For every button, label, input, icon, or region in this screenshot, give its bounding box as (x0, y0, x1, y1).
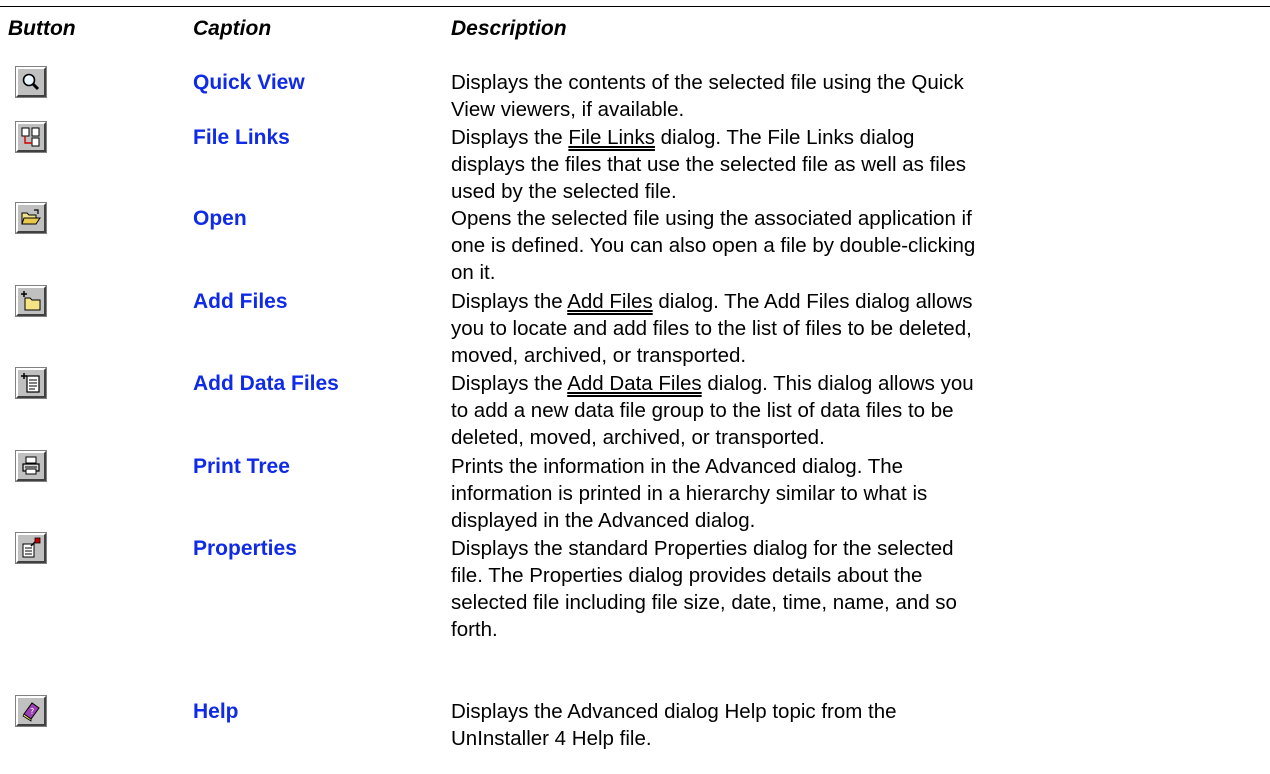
description-help: Displays the Advanced dialog Help topic … (451, 700, 897, 750)
help-button[interactable]: ? (15, 695, 47, 727)
add-files-link[interactable]: Add Files (567, 290, 652, 313)
description-quick-view: Displays the contents of the selected fi… (451, 71, 964, 121)
file-links-link[interactable]: File Links (568, 126, 655, 149)
open-button[interactable] (15, 202, 47, 234)
caption-add-files[interactable]: Add Files (193, 288, 288, 315)
description-properties: Displays the standard Properties dialog … (451, 537, 957, 641)
quick-view-button[interactable] (15, 66, 47, 98)
description-open: Opens the selected file using the associ… (451, 207, 976, 284)
print-tree-button[interactable] (15, 450, 47, 482)
caption-quick-view[interactable]: Quick View (193, 69, 305, 96)
properties-button[interactable] (15, 532, 47, 564)
add-data-files-button[interactable] (15, 367, 47, 399)
header-button: Button (8, 17, 76, 40)
file-links-button[interactable] (15, 121, 47, 153)
add-files-button[interactable] (15, 285, 47, 317)
caption-print-tree[interactable]: Print Tree (193, 453, 290, 480)
caption-help[interactable]: Help (193, 698, 239, 725)
description-add-files: Displays the Add Files dialog. The Add F… (451, 290, 973, 367)
header-description: Description (451, 17, 567, 40)
description-print-tree: Prints the information in the Advanced d… (451, 455, 928, 532)
svg-text:?: ? (30, 707, 34, 716)
caption-add-data-files[interactable]: Add Data Files (193, 370, 339, 397)
caption-file-links[interactable]: File Links (193, 124, 290, 151)
header-caption: Caption (193, 17, 272, 40)
description-add-data-files: Displays the Add Data Files dialog. This… (451, 372, 974, 449)
caption-open[interactable]: Open (193, 205, 247, 232)
description-file-links: Displays the File Links dialog. The File… (451, 126, 967, 203)
add-data-files-link[interactable]: Add Data Files (567, 372, 701, 395)
top-rule (0, 6, 1270, 7)
caption-properties[interactable]: Properties (193, 535, 297, 562)
